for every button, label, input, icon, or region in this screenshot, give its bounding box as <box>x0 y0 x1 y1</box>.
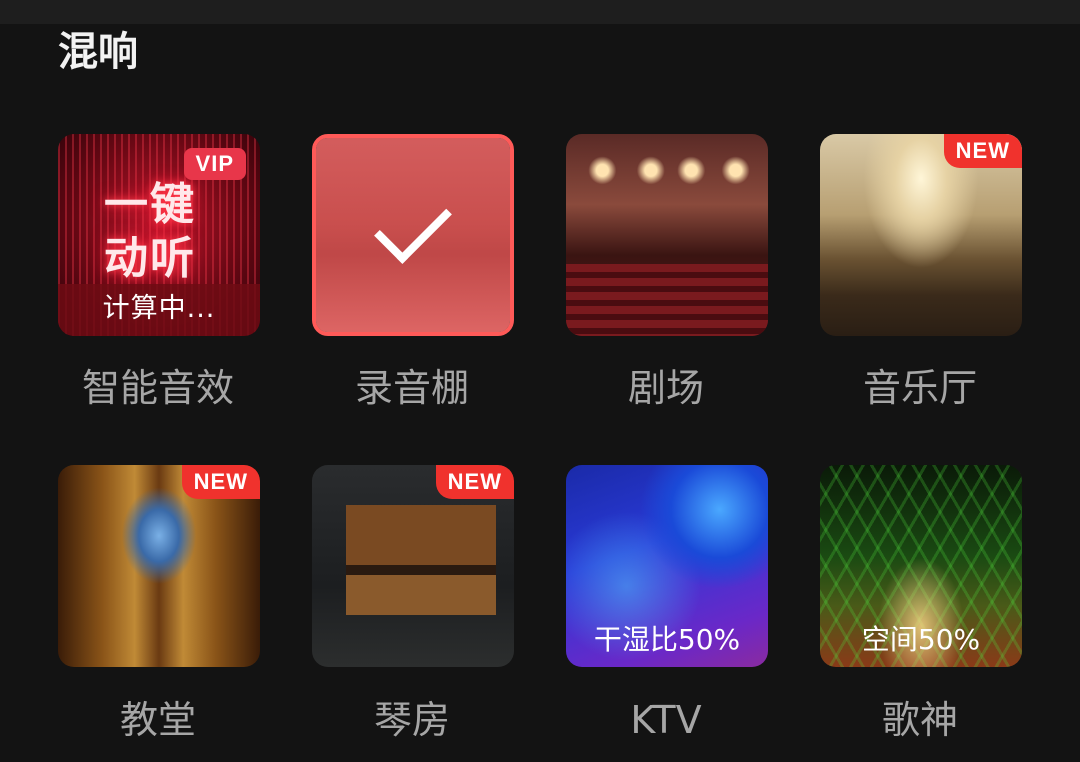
top-bar <box>0 0 1080 24</box>
preset-tile-smart-effect[interactable]: 一键 动听 VIP 计算中... <box>58 134 260 336</box>
preset-label-smart-effect: 智能音效 <box>81 366 234 410</box>
new-badge: NEW <box>435 465 514 499</box>
ktv-overlay-text: 干湿比50% <box>593 623 741 656</box>
preset-tile-studio[interactable] <box>312 134 514 336</box>
new-badge: NEW <box>943 134 1022 168</box>
preset-tile-concert-hall[interactable]: NEW <box>820 134 1022 336</box>
vip-badge: VIP <box>183 148 246 180</box>
preset-tile-theater[interactable] <box>566 134 768 336</box>
new-badge: NEW <box>181 465 260 499</box>
art-text-line-2: 动听 <box>104 233 196 284</box>
art-text-line-1: 一键 <box>104 179 196 230</box>
preset-label-church: 教堂 <box>119 698 196 742</box>
status-text: 计算中... <box>58 284 260 336</box>
preset-tile-piano-room[interactable]: NEW <box>312 465 514 667</box>
section-title: 混响 <box>58 29 138 75</box>
preset-label-concert-hall: 音乐厅 <box>862 366 977 410</box>
preset-tile-singer[interactable]: 空间50% <box>820 465 1022 667</box>
theater-art <box>566 134 768 336</box>
preset-label-piano-room: 琴房 <box>373 698 450 742</box>
preset-label-singer: 歌神 <box>881 698 958 742</box>
singer-overlay-text: 空间50% <box>861 623 981 656</box>
preset-label-ktv: KTV <box>630 698 702 742</box>
preset-label-studio: 录音棚 <box>354 366 469 410</box>
preset-tile-ktv[interactable]: 干湿比50% <box>566 465 768 667</box>
preset-label-theater: 剧场 <box>627 366 704 410</box>
smart-effect-art-text: 一键 动听 <box>104 178 196 286</box>
preset-tile-church[interactable]: NEW <box>58 465 260 667</box>
